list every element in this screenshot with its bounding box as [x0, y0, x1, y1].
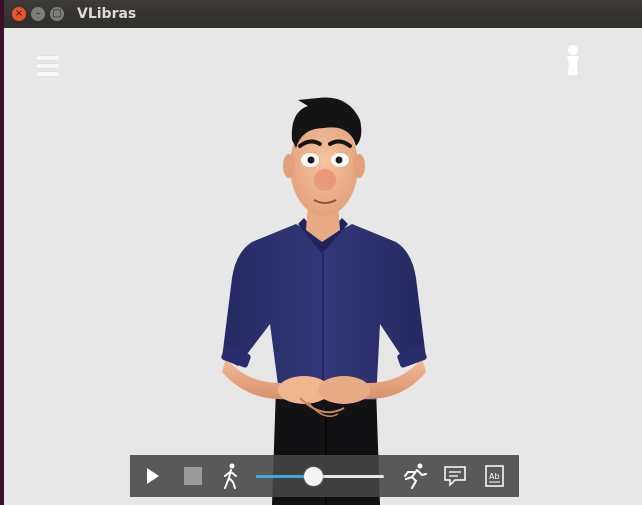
speed-slider[interactable]	[256, 455, 384, 497]
sign-language-avatar	[221, 97, 427, 505]
gloss-button[interactable]: Ab	[482, 455, 508, 497]
speech-bubble-icon	[444, 466, 466, 487]
avatar-silhouette-icon[interactable]	[564, 44, 582, 76]
app-window: × – □ VLibras Ab	[4, 0, 642, 505]
window-close-button[interactable]: ×	[12, 7, 26, 21]
window-minimize-button[interactable]: –	[31, 7, 45, 21]
slow-speed-button[interactable]	[220, 455, 242, 497]
stop-icon	[184, 467, 202, 485]
stop-button[interactable]	[182, 455, 204, 497]
running-person-icon	[404, 463, 427, 489]
window-title: VLibras	[77, 6, 137, 22]
hamburger-menu-icon[interactable]	[36, 54, 60, 78]
fast-speed-button[interactable]	[399, 455, 429, 497]
playback-controls: Ab	[130, 455, 519, 497]
window-maximize-button[interactable]: □	[50, 7, 64, 21]
play-button[interactable]	[142, 455, 164, 497]
ab-document-icon: Ab	[485, 465, 504, 487]
svg-text:Ab: Ab	[489, 472, 500, 481]
title-bar: × – □ VLibras	[4, 0, 642, 28]
play-icon	[147, 468, 159, 484]
slider-thumb[interactable]	[304, 467, 324, 486]
subtitle-button[interactable]	[442, 455, 468, 497]
avatar-stage: Ab	[4, 28, 642, 505]
walking-person-icon	[224, 463, 237, 489]
